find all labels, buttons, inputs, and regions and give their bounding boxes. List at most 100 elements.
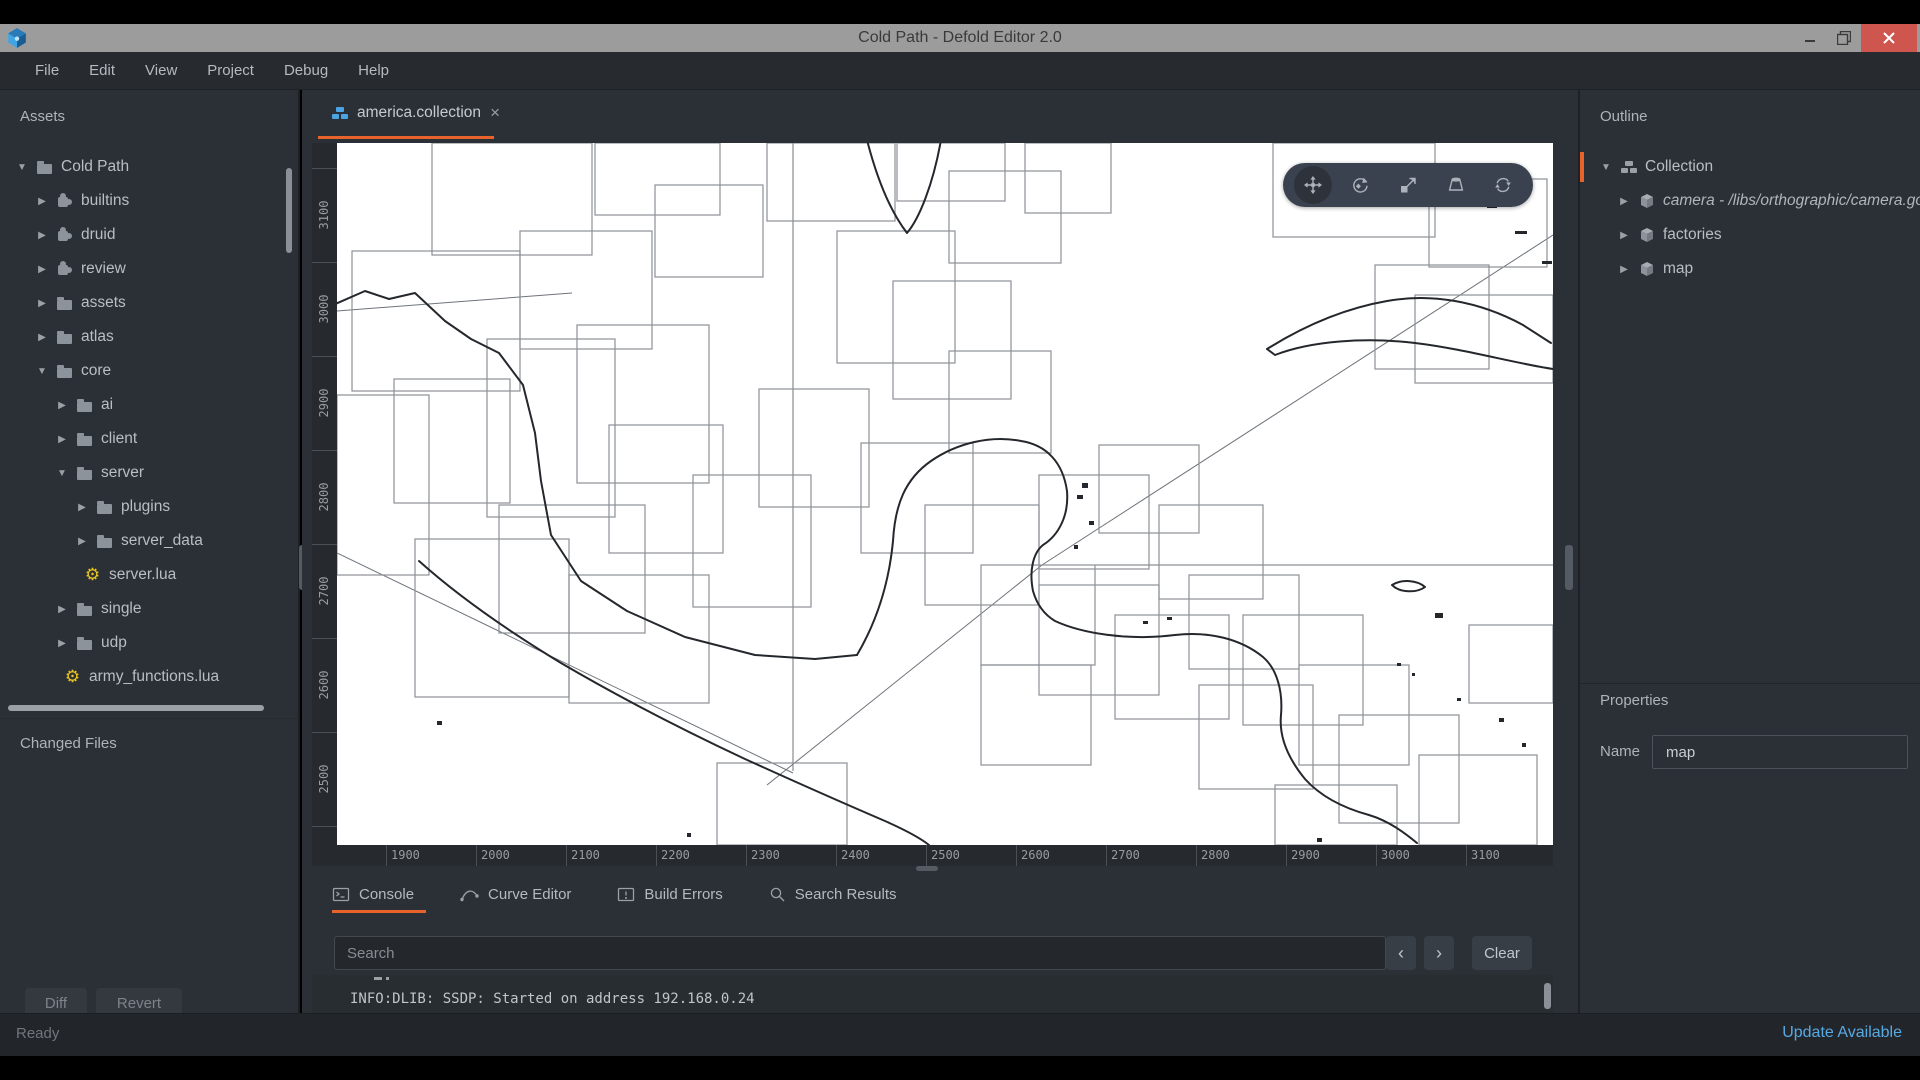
chevron-down-icon[interactable]: ▼: [56, 468, 68, 479]
search-prev-button[interactable]: ‹: [1386, 936, 1416, 970]
folder-icon: [56, 295, 73, 311]
console-scrollbar[interactable]: [1544, 983, 1551, 1009]
menu-project[interactable]: Project: [207, 62, 254, 79]
tree-item-udp[interactable]: ▶ udp: [0, 626, 298, 660]
tree-item-core[interactable]: ▼ core: [0, 354, 298, 388]
assets-tree: ▼ Cold Path ▶ builtins ▶ druid ▶ review …: [0, 150, 298, 694]
scene-view[interactable]: [337, 143, 1553, 845]
chevron-down-icon[interactable]: ▼: [1600, 162, 1612, 173]
tree-item-atlas[interactable]: ▶ atlas: [0, 320, 298, 354]
outline-tree: ▼ Collection ▶ camera - /libs/orthograph…: [1580, 150, 1920, 286]
selection-rects: [337, 143, 1553, 845]
tree-item-server-lua[interactable]: ⚙ server.lua: [0, 558, 298, 592]
frustum-tool-button[interactable]: [1437, 166, 1475, 204]
chevron-right-icon[interactable]: ▶: [76, 536, 88, 547]
chevron-right-icon[interactable]: ▶: [36, 332, 48, 343]
clear-button[interactable]: Clear: [1472, 936, 1532, 970]
folder-icon: [56, 329, 73, 345]
search-icon: [769, 886, 786, 903]
outline-item-map[interactable]: ▶ map: [1580, 252, 1920, 286]
outline-item-factories[interactable]: ▶ factories: [1580, 218, 1920, 252]
lua-file-icon: ⚙: [84, 567, 101, 583]
tree-item-single[interactable]: ▶ single: [0, 592, 298, 626]
tab-build-errors[interactable]: Build Errors: [617, 886, 722, 903]
outline-item-collection[interactable]: ▼ Collection: [1580, 150, 1920, 184]
bottom-splitter-handle[interactable]: [916, 866, 938, 871]
tree-item-builtins[interactable]: ▶ builtins: [0, 184, 298, 218]
console-tab-strip: Console Curve Editor: [332, 876, 897, 912]
chevron-right-icon[interactable]: ▶: [56, 604, 68, 615]
search-next-button[interactable]: ›: [1424, 936, 1454, 970]
move-tool-button[interactable]: [1294, 166, 1332, 204]
close-button[interactable]: [1861, 24, 1917, 52]
menu-help[interactable]: Help: [358, 62, 389, 79]
right-splitter-handle[interactable]: [1565, 545, 1573, 590]
menu-edit[interactable]: Edit: [89, 62, 115, 79]
chevron-down-icon[interactable]: ▼: [36, 366, 48, 377]
name-field[interactable]: [1652, 735, 1908, 769]
tree-item-review[interactable]: ▶ review: [0, 252, 298, 286]
puzzle-icon: [56, 193, 73, 209]
update-available-link[interactable]: Update Available: [1782, 1024, 1902, 1042]
minimize-button[interactable]: [1793, 24, 1827, 52]
menu-file[interactable]: File: [35, 62, 59, 79]
scale-tool-button[interactable]: [1389, 166, 1427, 204]
chevron-right-icon[interactable]: ▶: [36, 230, 48, 241]
outline-panel: Outline ▼ Collection ▶ camera - /libs/or…: [1578, 90, 1920, 1013]
horizontal-ruler: 1900 2000 2100 2200 2300 2400 2500 2600 …: [312, 845, 1553, 866]
console-output[interactable]: INFO:DLIB: SSDP: Started on address 192.…: [312, 975, 1553, 1013]
menu-view[interactable]: View: [145, 62, 177, 79]
tab-console[interactable]: Console: [332, 886, 414, 903]
folder-icon: [36, 159, 53, 175]
chevron-right-icon[interactable]: ▶: [36, 298, 48, 309]
chevron-right-icon[interactable]: ▶: [1618, 264, 1630, 275]
chevron-right-icon[interactable]: ▶: [1618, 196, 1630, 207]
game-object-icon: [1638, 193, 1655, 209]
refresh-tool-button[interactable]: [1484, 166, 1522, 204]
window-title: Cold Path - Defold Editor 2.0: [0, 29, 1920, 47]
tree-item-druid[interactable]: ▶ druid: [0, 218, 298, 252]
tab-close-icon[interactable]: ×: [490, 103, 500, 123]
chevron-down-icon[interactable]: ▼: [16, 162, 28, 173]
chevron-right-icon[interactable]: ▶: [56, 638, 68, 649]
folder-icon: [76, 397, 93, 413]
status-bar: Ready Update Available: [0, 1013, 1920, 1056]
properties-panel-title: Properties: [1600, 692, 1668, 709]
restore-button[interactable]: [1827, 24, 1861, 52]
tree-item-client[interactable]: ▶ client: [0, 422, 298, 456]
console-clipped-line: [374, 977, 382, 980]
map-svg: [337, 143, 1553, 845]
tree-item-assets[interactable]: ▶ assets: [0, 286, 298, 320]
chevron-right-icon[interactable]: ▶: [56, 434, 68, 445]
chevron-right-icon[interactable]: ▶: [36, 196, 48, 207]
outline-item-camera[interactable]: ▶ camera - /libs/orthographic/camera.go: [1580, 184, 1920, 218]
tab-curve-editor[interactable]: Curve Editor: [460, 886, 571, 903]
folder-icon: [76, 465, 93, 481]
folder-icon: [96, 499, 113, 515]
chevron-right-icon[interactable]: ▶: [36, 264, 48, 275]
console-search-input[interactable]: [334, 936, 1386, 970]
tree-item-plugins[interactable]: ▶ plugins: [0, 490, 298, 524]
title-bar[interactable]: Cold Path - Defold Editor 2.0: [0, 24, 1920, 52]
scene-toolbar: [1283, 163, 1533, 207]
tab-america-collection[interactable]: america.collection ×: [318, 90, 514, 136]
folder-icon: [56, 363, 73, 379]
assets-vertical-scrollbar[interactable]: [286, 168, 292, 253]
tree-item-ai[interactable]: ▶ ai: [0, 388, 298, 422]
menu-debug[interactable]: Debug: [284, 62, 328, 79]
tree-item-army-functions-lua[interactable]: ⚙ army_functions.lua: [0, 660, 298, 694]
chevron-right-icon[interactable]: ▶: [56, 400, 68, 411]
chevron-right-icon[interactable]: ▶: [76, 502, 88, 513]
folder-icon: [76, 431, 93, 447]
chevron-right-icon[interactable]: ▶: [1618, 230, 1630, 241]
tree-item-server[interactable]: ▼ server: [0, 456, 298, 490]
tab-search-results[interactable]: Search Results: [769, 886, 897, 903]
rotate-tool-button[interactable]: [1341, 166, 1379, 204]
editor-tab-bar: america.collection ×: [302, 90, 1578, 138]
tree-item-server-data[interactable]: ▶ server_data: [0, 524, 298, 558]
assets-panel: Assets ▼ Cold Path ▶ builtins ▶ druid ▶ …: [0, 90, 300, 1013]
menu-bar: File Edit View Project Debug Help: [0, 52, 1920, 90]
tree-item-cold-path[interactable]: ▼ Cold Path: [0, 150, 298, 184]
assets-horizontal-scrollbar[interactable]: [8, 705, 264, 711]
folder-icon: [76, 601, 93, 617]
